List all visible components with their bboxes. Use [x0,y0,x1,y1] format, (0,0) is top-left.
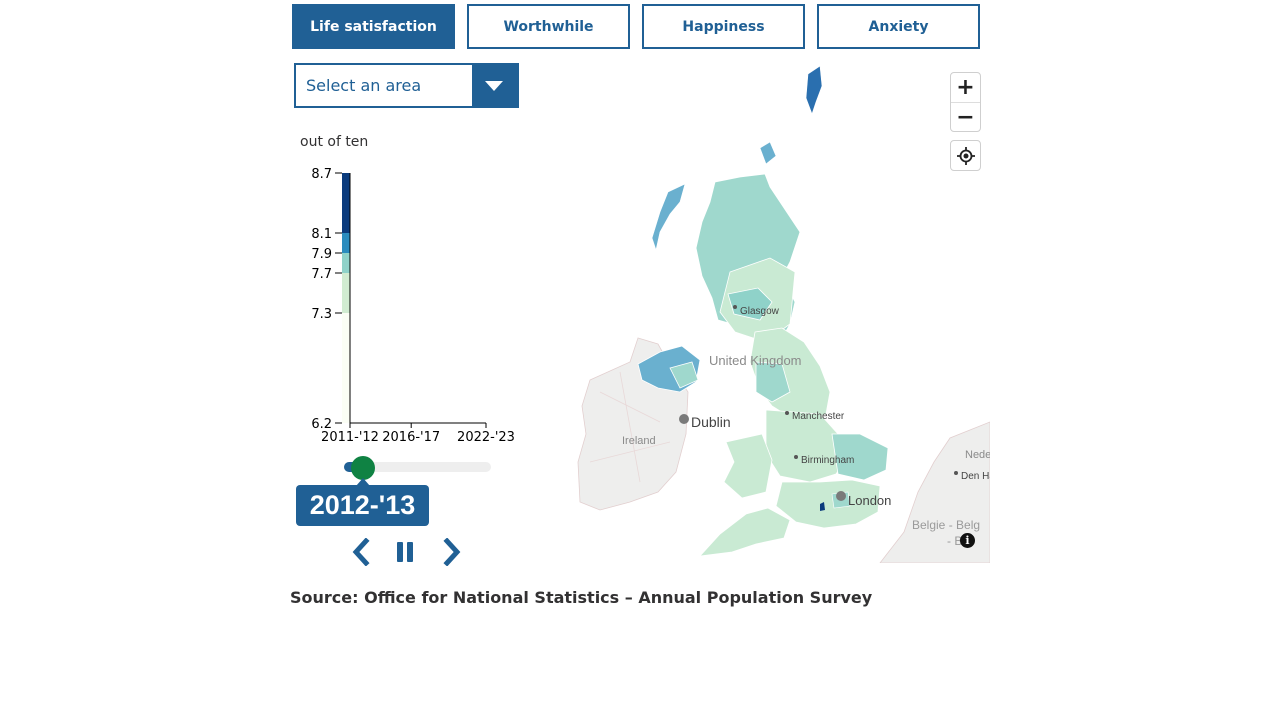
tab-happiness[interactable]: Happiness [642,4,805,49]
tab-life-satisfaction[interactable]: Life satisfaction [292,4,455,49]
glasgow-marker [733,305,737,309]
label-birmingham: Birmingham [801,455,854,466]
manchester-marker [785,411,789,415]
london-marker [836,491,846,501]
timeline-slider-handle[interactable] [351,456,375,480]
geolocate-button[interactable] [950,140,981,171]
next-button[interactable] [437,537,465,567]
locate-icon [956,146,975,165]
legend-band [342,233,350,253]
time-tick-label: 2011-'12 [321,430,379,445]
zoom-in-button[interactable]: + [951,73,980,102]
region-outer-hebrides [651,183,686,252]
legend-tick-label: 7.7 [311,267,332,282]
area-select[interactable]: Select an area [294,63,519,108]
pause-button[interactable] [391,538,419,566]
zoom-control: + − [950,72,981,132]
map-canvas: Glasgow United Kingdom Manchester Dublin… [577,65,990,563]
pause-icon [397,542,413,562]
label-manchester: Manchester [792,411,845,422]
legend-band [342,173,350,233]
legend-tick-label: 8.7 [311,167,332,182]
label-glasgow: Glasgow [740,306,780,317]
legend-tick-label: 8.1 [311,227,332,242]
label-united-kingdom: United Kingdom [709,353,802,368]
measure-tabs: Life satisfaction Worthwhile Happiness A… [292,4,982,49]
legend-chart: 8.78.17.97.77.36.22011-'12 2016-'17 2022-'… [311,167,515,445]
chevron-right-icon [443,537,461,567]
previous-button[interactable] [348,537,376,567]
legend-tick-label: 7.9 [311,247,332,262]
den-haag-marker [954,471,958,475]
tab-worthwhile[interactable]: Worthwhile [467,4,630,49]
label-london: London [848,493,891,508]
tab-anxiety[interactable]: Anxiety [817,4,980,49]
time-tick-label: 2016-'17 [382,430,440,445]
legend-tick-label: 7.3 [311,307,332,322]
legend-band [342,253,350,273]
region-orkney [759,141,777,165]
region-south-west [698,507,791,557]
chevron-left-icon [352,537,370,567]
label-ireland: Ireland [622,435,656,447]
legend-band [342,273,350,313]
chevron-down-icon [485,81,503,91]
current-period-label: 2012-'13 [296,485,429,526]
legend-band [342,313,350,423]
label-den-haag: Den Ha [961,471,990,482]
info-icon[interactable]: i [960,533,975,548]
birmingham-marker [794,455,798,459]
dublin-marker [679,414,689,424]
area-select-toggle[interactable] [472,65,517,106]
zoom-out-button[interactable]: − [951,102,980,131]
label-dublin: Dublin [691,414,731,430]
label-nederland: Nede [965,449,990,461]
choropleth-map[interactable]: Glasgow United Kingdom Manchester Dublin… [520,62,990,563]
source-note: Source: Office for National Statistics –… [290,588,873,607]
region-wales [723,433,773,499]
legend-unit-label: out of ten [300,134,369,150]
area-select-label: Select an area [306,76,422,95]
region-shetland [805,65,823,115]
time-tick-label: 2022-'23 [457,430,515,445]
label-belgie: Belgie - Belg [912,518,980,532]
